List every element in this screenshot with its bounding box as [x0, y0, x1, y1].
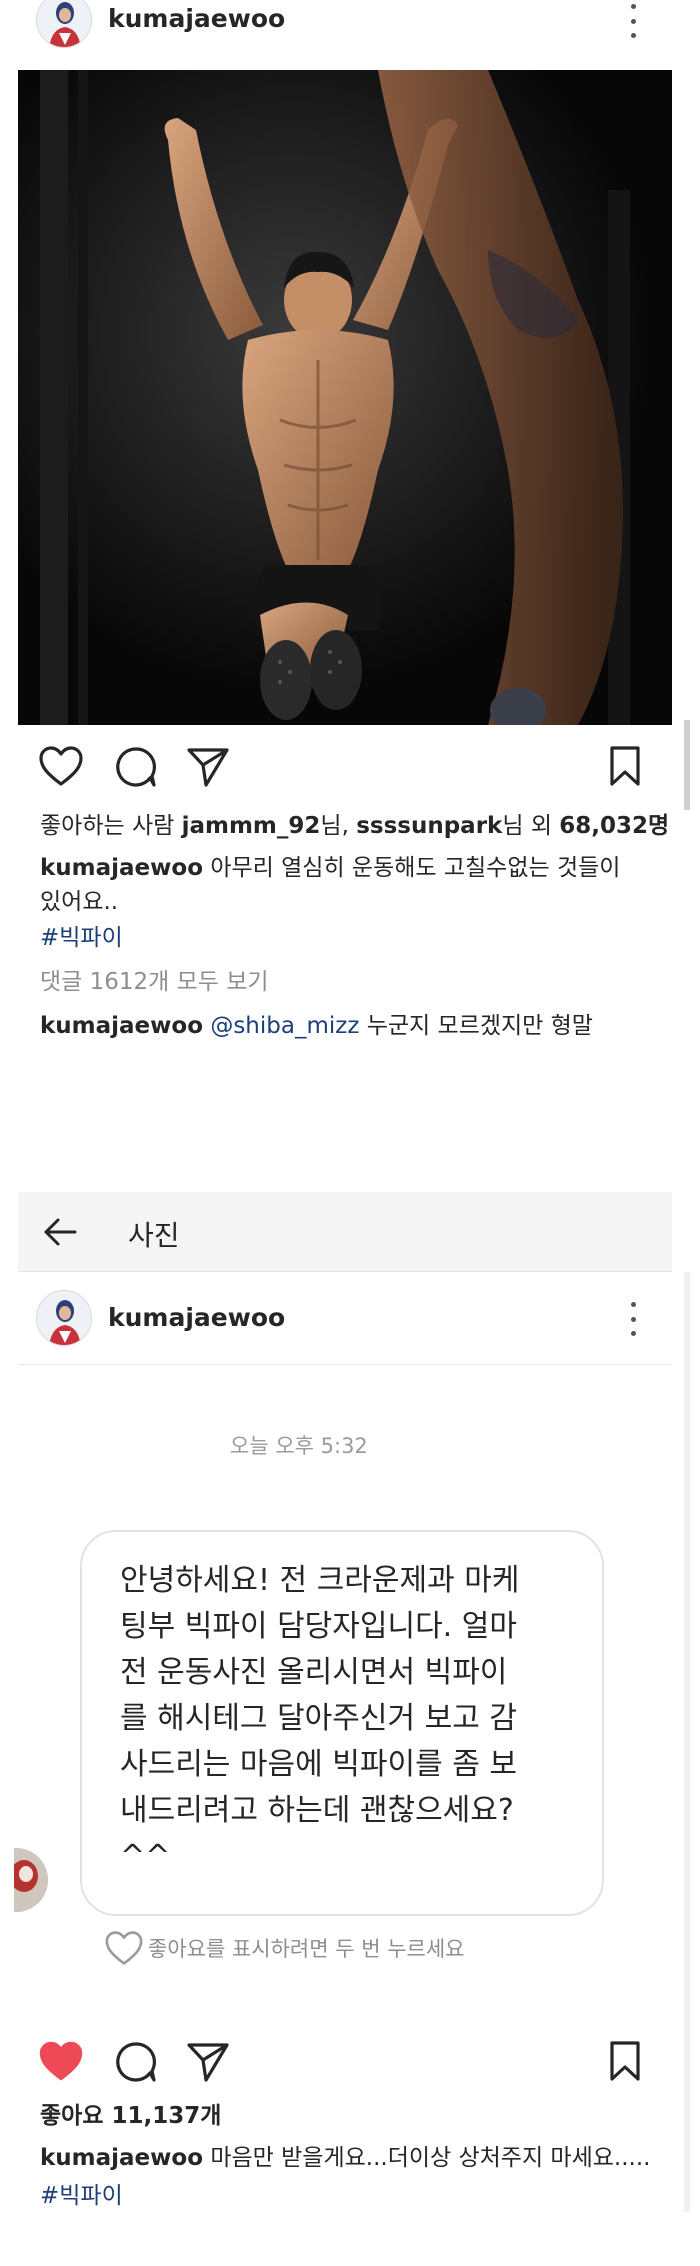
heart-filled-icon [39, 2041, 83, 2081]
post2-avatar[interactable] [36, 1290, 92, 1346]
heart-outline-icon [39, 746, 83, 786]
scrollbar[interactable] [684, 720, 690, 810]
caption-text: 마음만 받을게요...더이상 상처주지 마세요..... [203, 2145, 651, 2171]
photo-view-header: 사진 [18, 1192, 672, 1272]
avatar-image [37, 0, 91, 47]
caption: kumajaewoo 아무리 열심히 운동해도 고칠수없는 것들이 [40, 852, 620, 884]
liker-username[interactable]: jammm_92 [182, 813, 321, 839]
comment-text: 누군지 모르겠지만 형말 [359, 1013, 593, 1039]
post1-avatar[interactable] [36, 0, 92, 48]
comment-mention[interactable]: @shiba_mizz [203, 1013, 359, 1039]
back-button[interactable] [42, 1214, 78, 1254]
more-options-icon[interactable] [628, 4, 638, 38]
send-icon [187, 748, 229, 787]
post1-username[interactable]: kumajaewoo [108, 4, 285, 33]
share-button[interactable] [186, 745, 230, 793]
likes-prefix: 좋아하는 사람 [40, 813, 182, 839]
comment-icon [116, 2042, 156, 2082]
workout-photo-image [18, 70, 672, 725]
avatar-image [37, 1291, 91, 1345]
comment-button[interactable] [114, 2040, 158, 2088]
share-button[interactable] [186, 2040, 230, 2088]
avatar-image [14, 1848, 48, 1912]
likes-separator: 님, [320, 813, 357, 839]
likes-separator: 님 외 [502, 813, 560, 839]
comment-icon [116, 747, 156, 787]
page-title: 사진 [128, 1219, 180, 1252]
comment: kumajaewoo @shiba_mizz 누군지 모르겠지만 형말 [40, 1010, 593, 1042]
likes-summary: 좋아하는 사람 jammm_92님, ssssunpark님 외 68,032명 [40, 810, 669, 842]
sender-avatar [14, 1848, 48, 1912]
header-divider [18, 1364, 672, 1365]
comment-button[interactable] [114, 745, 158, 793]
hashtag-link[interactable]: #빅파이 [40, 922, 123, 954]
likes-count[interactable]: 좋아요 11,137개 [40, 2100, 221, 2132]
post-photo[interactable] [18, 70, 672, 725]
message-line: ^^ [120, 1839, 171, 1874]
like-button[interactable] [38, 2040, 84, 2086]
save-button[interactable] [608, 745, 642, 791]
caption-username[interactable]: kumajaewoo [40, 855, 203, 881]
arrow-left-icon [44, 1218, 77, 1246]
liker-username[interactable]: ssssunpark [356, 813, 502, 839]
caption-username[interactable]: kumajaewoo [40, 2145, 203, 2171]
message-line: 사드리는 마음에 빅파이를 좀 보 [120, 1747, 517, 1782]
send-icon [187, 2043, 229, 2082]
bookmark-icon [610, 746, 640, 786]
message-line: 팅부 빅파이 담당자입니다. 얼마 [120, 1609, 517, 1644]
heart-outline-icon [105, 1931, 143, 1965]
message-line: 전 운동사진 올리시면서 빅파이 [120, 1655, 508, 1690]
caption: kumajaewoo 마음만 받을게요...더이상 상처주지 마세요..... [40, 2142, 650, 2174]
message-line: 를 해시테그 달아주신거 보고 감 [120, 1701, 517, 1736]
message-timestamp: 오늘 오후 5:32 [230, 1434, 368, 1458]
double-tap-like-hint: 좋아요를 표시하려면 두 번 누르세요 [104, 1930, 465, 1966]
message-bubble[interactable]: 안녕하세요! 전 크라운제과 마케 팅부 빅파이 담당자입니다. 얼마 전 운동… [80, 1530, 604, 1916]
likes-count[interactable]: 68,032명 [559, 813, 669, 839]
save-button[interactable] [608, 2040, 642, 2086]
post2-username[interactable]: kumajaewoo [108, 1303, 285, 1332]
bookmark-icon [610, 2041, 640, 2081]
more-options-icon[interactable] [628, 1302, 638, 1336]
message-line: 안녕하세요! 전 크라운제과 마케 [120, 1563, 520, 1598]
scrollbar-track [684, 1272, 690, 2212]
hashtag-link[interactable]: #빅파이 [40, 2180, 123, 2212]
like-button[interactable] [38, 745, 84, 791]
like-hint-text: 좋아요를 표시하려면 두 번 누르세요 [148, 1937, 465, 1961]
caption-text: 아무리 열심히 운동해도 고칠수없는 것들이 [203, 855, 621, 881]
comment-username[interactable]: kumajaewoo [40, 1013, 203, 1039]
view-all-comments-link[interactable]: 댓글 1612개 모두 보기 [40, 966, 269, 998]
caption-continued: 있어요.. [40, 889, 119, 915]
message-line: 내드리려고 하는데 괜찮으세요? [120, 1793, 514, 1828]
